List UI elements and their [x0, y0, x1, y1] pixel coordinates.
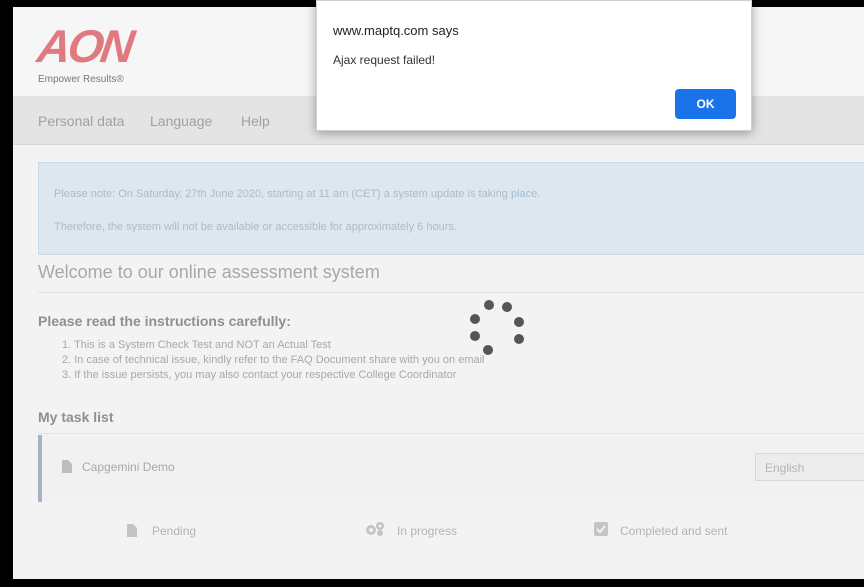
- instructions-title: Please read the instructions carefully:: [38, 313, 291, 329]
- instructions-list: 1. This is a System Check Test and NOT a…: [62, 338, 485, 383]
- instruction-item: 1. This is a System Check Test and NOT a…: [62, 339, 331, 351]
- notice-line-1: Please note: On Saturday, 27th June 2020…: [54, 188, 541, 200]
- gears-icon: [366, 522, 384, 536]
- notice-line-2: Therefore, the system will not be availa…: [54, 221, 457, 233]
- language-select[interactable]: English: [755, 453, 864, 481]
- document-icon: [127, 524, 137, 537]
- divider: [38, 292, 864, 293]
- alert-dialog: www.maptq.com says Ajax request failed! …: [316, 0, 752, 131]
- ok-button[interactable]: OK: [675, 89, 736, 119]
- welcome-title: Welcome to our online assessment system: [38, 262, 380, 282]
- aon-logo: AON: [34, 20, 135, 72]
- task-name[interactable]: Capgemini Demo: [82, 460, 175, 474]
- instruction-item: 2. In case of technical issue, kindly re…: [62, 354, 485, 366]
- document-icon: [62, 460, 72, 473]
- divider: [38, 433, 864, 434]
- instruction-item: 3. If the issue persists, you may also c…: [62, 369, 457, 381]
- dialog-title: www.maptq.com says: [333, 23, 459, 38]
- status-completed: Completed and sent: [620, 524, 728, 538]
- maintenance-notice: Please note: On Saturday, 27th June 2020…: [38, 162, 864, 255]
- status-in-progress: In progress: [397, 524, 458, 538]
- nav-personal-data[interactable]: Personal data: [38, 113, 124, 129]
- dialog-message: Ajax request failed!: [333, 53, 436, 67]
- task-list-title: My task list: [38, 409, 114, 425]
- checkbox-icon: [594, 522, 608, 536]
- nav-language[interactable]: Language: [150, 113, 212, 129]
- logo-tagline: Empower Results®: [38, 74, 124, 85]
- nav-help[interactable]: Help: [241, 113, 270, 129]
- status-pending: Pending: [152, 524, 197, 538]
